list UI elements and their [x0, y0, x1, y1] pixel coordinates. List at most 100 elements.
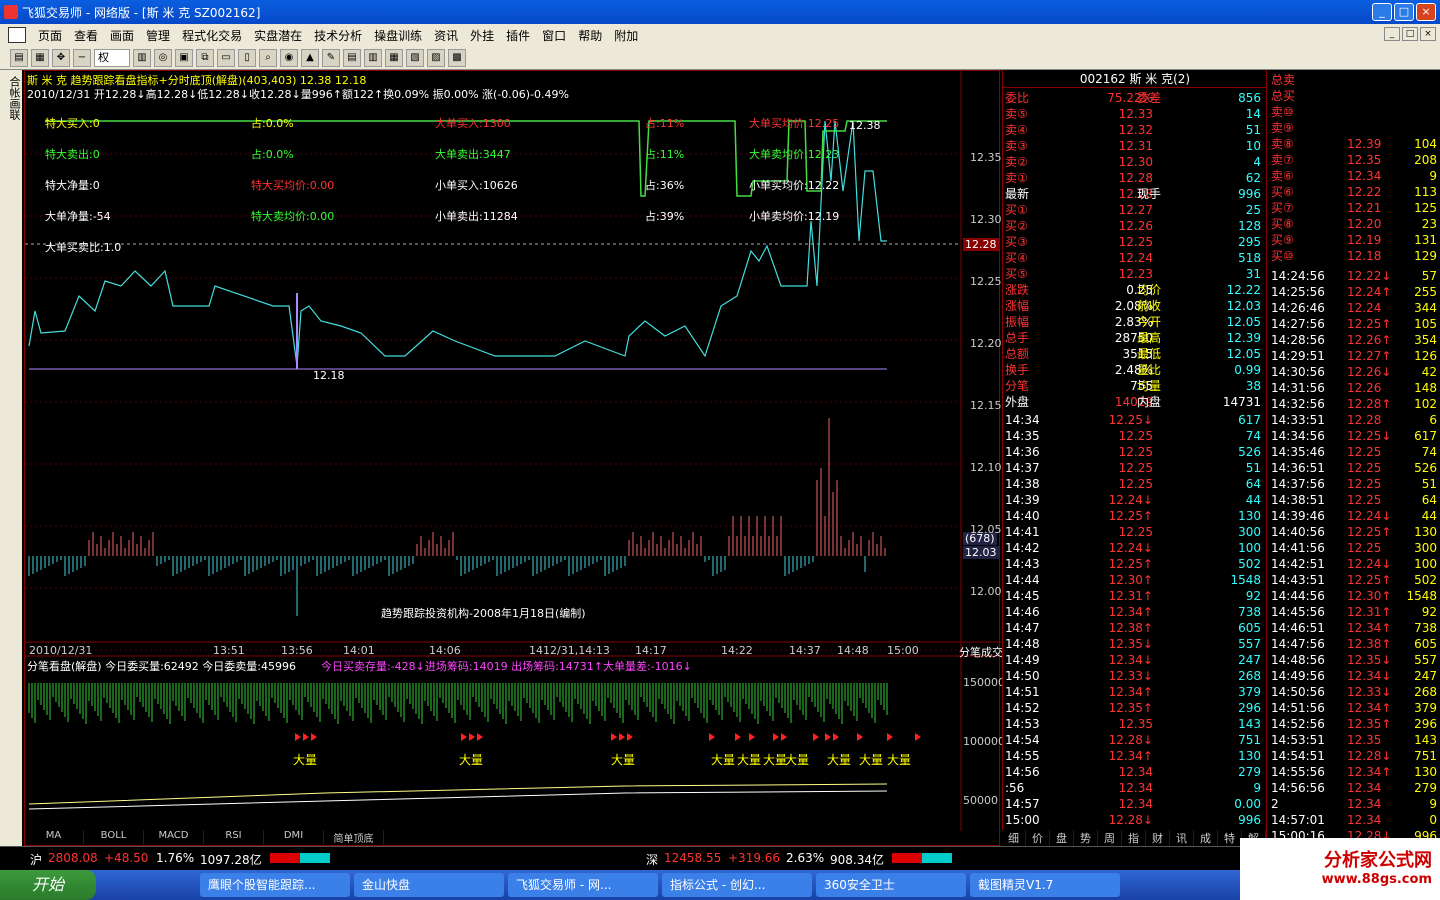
layout4-icon[interactable]: ▧ [406, 48, 424, 67]
chart-area[interactable]: 斯 米 克 趋势跟踪看盘指标+分时底顶(解盘)(403,403) 12.38 1… [24, 70, 1005, 846]
chart-icon[interactable] [8, 27, 26, 43]
depth-volume: 9 [1429, 169, 1437, 183]
depth-label: 买⑩ [1271, 249, 1294, 263]
panel-tab[interactable]: 周 [1098, 830, 1122, 846]
row-label: 总手 [1005, 331, 1030, 345]
tick-volume: 247 [1238, 653, 1261, 667]
row-price: 12.28 [1118, 171, 1153, 185]
task-item[interactable]: 截图精灵V1.7 [970, 873, 1120, 897]
big-label: 大量 [859, 753, 884, 767]
maximize-button[interactable]: □ [1394, 3, 1414, 21]
tick-volume: 247 [1414, 669, 1437, 683]
panel-tab[interactable]: 讯 [1170, 830, 1194, 846]
tab-dmi[interactable]: DMI [264, 830, 324, 846]
tick-price: 12.24↓ [1347, 509, 1392, 523]
left-sidebar[interactable]: 合帐画联 [0, 70, 22, 846]
menu-item[interactable]: 帮助 [578, 27, 602, 44]
tab-macd[interactable]: MACD [144, 830, 204, 846]
mdi-restore-button[interactable]: □ [1402, 27, 1418, 41]
minimize-button[interactable]: _ [1372, 3, 1392, 21]
minus-icon[interactable]: − [73, 48, 91, 67]
tab-simple[interactable]: 简单顶底 [324, 830, 384, 846]
panel-tab[interactable]: 财 [1146, 830, 1170, 846]
task-item[interactable]: 指标公式 - 创幻... [662, 873, 812, 897]
tab-boll[interactable]: BOLL [84, 830, 144, 846]
menu-item[interactable]: 实盘潜在 [254, 27, 302, 44]
big-volume-arrow [781, 733, 787, 741]
menu-item[interactable]: 插件 [506, 27, 530, 44]
menu-item[interactable]: 窗口 [542, 27, 566, 44]
panel-tab[interactable]: 指 [1122, 830, 1146, 846]
open-icon[interactable]: ▤ [10, 48, 28, 67]
alert-icon[interactable]: ▲ [301, 48, 319, 67]
menu-item[interactable]: 资讯 [434, 27, 458, 44]
tick-time: 14:36:51 [1271, 461, 1325, 475]
big-volume-arrow [461, 733, 467, 741]
menu-item[interactable]: 技术分析 [314, 27, 362, 44]
tick-volume: 738 [1414, 621, 1437, 635]
tick-volume: 268 [1414, 685, 1437, 699]
menu-item[interactable]: 管理 [146, 27, 170, 44]
layout3-icon[interactable]: ▦ [385, 48, 403, 67]
panel-tab[interactable]: 价 [1026, 830, 1050, 846]
big-label: 大量 [459, 753, 484, 767]
sh-label: 沪 [30, 853, 43, 867]
panel-tab[interactable]: 细 [1002, 830, 1026, 846]
tab-rsi[interactable]: RSI [204, 830, 264, 846]
panel-tab[interactable]: 特 [1218, 830, 1242, 846]
panel-tab[interactable]: 盘 [1050, 830, 1074, 846]
task-item[interactable]: 360安全卫士 [816, 873, 966, 897]
color-icon[interactable]: ◉ [280, 48, 298, 67]
layout5-icon[interactable]: ▨ [427, 48, 445, 67]
tick-time: 14:30:56 [1271, 365, 1325, 379]
panel-tab[interactable]: 成 [1194, 830, 1218, 846]
panel-tab[interactable]: 势 [1074, 830, 1098, 846]
tick-row: 14:42:51 12.24↓ 100 [1267, 556, 1440, 572]
menu-item[interactable]: 画面 [110, 27, 134, 44]
task-item[interactable]: 鹰眼个股智能跟踪... [200, 873, 350, 897]
compare-icon[interactable]: ◎ [154, 48, 172, 67]
f10-icon[interactable]: ▣ [175, 48, 193, 67]
row-value: 12.05 [1226, 347, 1261, 361]
close-button[interactable]: × [1416, 3, 1436, 21]
tick-volume: 379 [1414, 701, 1437, 715]
layout6-icon[interactable]: ▩ [448, 48, 466, 67]
start-button[interactable]: 开始 [0, 870, 96, 900]
menu-item[interactable]: 附加 [614, 27, 638, 44]
k-icon[interactable]: ▥ [133, 48, 151, 67]
layout1-icon[interactable]: ▤ [343, 48, 361, 67]
mdi-minimize-button[interactable]: _ [1384, 27, 1400, 41]
layout2-icon[interactable]: ▥ [364, 48, 382, 67]
row-value: 38 [1245, 379, 1261, 393]
mdi-close-button[interactable]: × [1420, 27, 1436, 41]
tick-price: 12.34↑ [1347, 765, 1392, 779]
board-icon[interactable]: ▦ [31, 48, 49, 67]
rights-select[interactable]: 权 [94, 48, 130, 67]
task-item[interactable]: 飞狐交易师 - 网... [508, 873, 658, 897]
tick-time: 14:35 [1005, 429, 1040, 443]
menu-item[interactable]: 程式化交易 [182, 27, 242, 44]
tick-row: 14:45:56 12.31↑ 92 [1267, 604, 1440, 620]
tick-row: 14:27:56 12.25↑ 105 [1267, 316, 1440, 332]
menu-item[interactable]: 操盘训练 [374, 27, 422, 44]
price-tag: 12.28 [963, 238, 999, 251]
menu-item[interactable]: 查看 [74, 27, 98, 44]
search-icon[interactable]: ⌕ [259, 48, 277, 67]
depth-row: 总卖 [1267, 72, 1440, 88]
row-label: 量比 [1137, 363, 1162, 377]
menu-item[interactable]: 外挂 [470, 27, 494, 44]
doc-icon[interactable]: ▭ [217, 48, 235, 67]
task-item[interactable]: 金山快盘 [354, 873, 504, 897]
tick-volume: 9 [1253, 781, 1261, 795]
tab-ma[interactable]: MA [24, 830, 84, 846]
copy-icon[interactable]: ⧉ [196, 48, 214, 67]
draw-icon[interactable]: ✎ [322, 48, 340, 67]
move-icon[interactable]: ✥ [52, 48, 70, 67]
row-label: 买④ [1005, 251, 1028, 265]
tick-volume: 605 [1238, 621, 1261, 635]
menu-item[interactable]: 页面 [38, 27, 62, 44]
tick-volume: 296 [1238, 701, 1261, 715]
stat-row: 涨跌 0.25 均价 12.22 [1005, 282, 1265, 298]
depth-row: 买⑦ 12.21 125 [1267, 200, 1440, 216]
book-icon[interactable]: ▯ [238, 48, 256, 67]
